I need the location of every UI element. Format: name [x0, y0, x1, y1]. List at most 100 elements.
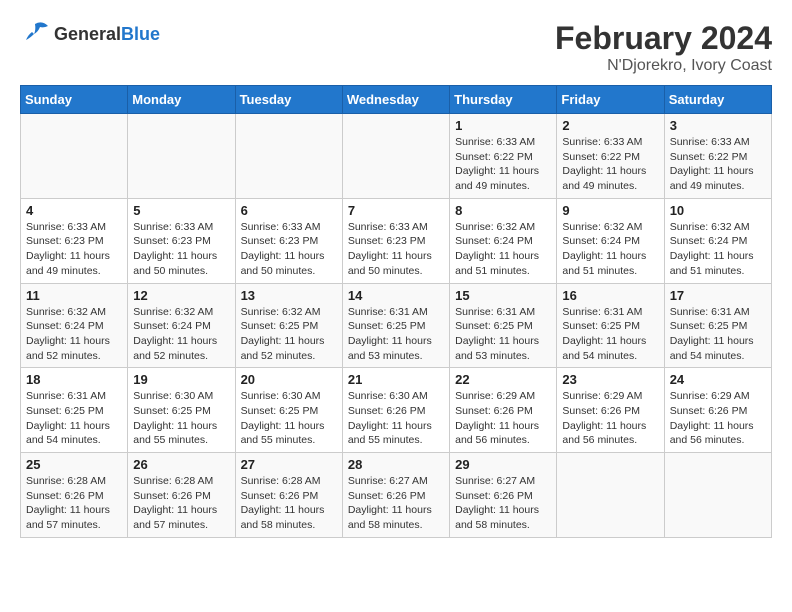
day-info: Sunrise: 6:29 AMSunset: 6:26 PMDaylight:… — [670, 389, 766, 448]
day-info: Sunrise: 6:28 AMSunset: 6:26 PMDaylight:… — [241, 474, 337, 533]
calendar-cell: 20 Sunrise: 6:30 AMSunset: 6:25 PMDayligh… — [235, 368, 342, 453]
calendar-cell: 15Sunrise: 6:31 AMSunset: 6:25 PMDayligh… — [450, 283, 557, 368]
calendar-cell: 14 Sunrise: 6:31 AMSunset: 6:25 PMDayligh… — [342, 283, 449, 368]
day-number: 4 — [26, 203, 122, 218]
day-number: 27 — [241, 457, 337, 472]
calendar-cell: 11 Sunrise: 6:32 AMSunset: 6:24 PMDayligh… — [21, 283, 128, 368]
calendar-cell: 13Sunrise: 6:32 AMSunset: 6:25 PMDayligh… — [235, 283, 342, 368]
calendar-cell: 8 Sunrise: 6:32 AMSunset: 6:24 PMDaylight… — [450, 198, 557, 283]
day-number: 23 — [562, 372, 658, 387]
weekday-header-saturday: Saturday — [664, 86, 771, 114]
day-info: Sunrise: 6:30 AMSunset: 6:25 PMDaylight:… — [241, 389, 337, 448]
calendar-cell: 19 Sunrise: 6:30 AMSunset: 6:25 PMDayligh… — [128, 368, 235, 453]
day-number: 13 — [241, 288, 337, 303]
day-number: 14 — [348, 288, 444, 303]
day-info: Sunrise: 6:31 AMSunset: 6:25 PMDaylight:… — [348, 305, 444, 364]
calendar-cell: 18 Sunrise: 6:31 AMSunset: 6:25 PMDayligh… — [21, 368, 128, 453]
calendar-cell: 6Sunrise: 6:33 AMSunset: 6:23 PMDaylight… — [235, 198, 342, 283]
calendar-cell: 10 Sunrise: 6:32 AMSunset: 6:24 PMDayligh… — [664, 198, 771, 283]
day-info: Sunrise: 6:28 AMSunset: 6:26 PMDaylight:… — [26, 474, 122, 533]
calendar-cell: 28 Sunrise: 6:27 AMSunset: 6:26 PMDayligh… — [342, 453, 449, 538]
day-number: 24 — [670, 372, 766, 387]
calendar-cell — [342, 114, 449, 199]
calendar-cell: 1 Sunrise: 6:33 AMSunset: 6:22 PMDaylight… — [450, 114, 557, 199]
day-number: 26 — [133, 457, 229, 472]
calendar-cell: 7 Sunrise: 6:33 AMSunset: 6:23 PMDaylight… — [342, 198, 449, 283]
day-number: 21 — [348, 372, 444, 387]
day-number: 15 — [455, 288, 551, 303]
calendar-cell — [557, 453, 664, 538]
calendar-cell: 24 Sunrise: 6:29 AMSunset: 6:26 PMDayligh… — [664, 368, 771, 453]
weekday-header-sunday: Sunday — [21, 86, 128, 114]
day-info: Sunrise: 6:33 AMSunset: 6:23 PMDaylight:… — [348, 220, 444, 279]
day-number: 16 — [562, 288, 658, 303]
calendar-cell: 22 Sunrise: 6:29 AMSunset: 6:26 PMDayligh… — [450, 368, 557, 453]
calendar-cell: 25 Sunrise: 6:28 AMSunset: 6:26 PMDayligh… — [21, 453, 128, 538]
calendar-cell: 16 Sunrise: 6:31 AMSunset: 6:25 PMDayligh… — [557, 283, 664, 368]
day-number: 8 — [455, 203, 551, 218]
calendar-cell: 27 Sunrise: 6:28 AMSunset: 6:26 PMDayligh… — [235, 453, 342, 538]
calendar-cell: 26 Sunrise: 6:28 AMSunset: 6:26 PMDayligh… — [128, 453, 235, 538]
day-info: Sunrise: 6:31 AMSunset: 6:25 PMDaylight:… — [26, 389, 122, 448]
subtitle: N'Djorekro, Ivory Coast — [555, 57, 772, 75]
day-number: 5 — [133, 203, 229, 218]
day-number: 22 — [455, 372, 551, 387]
main-title: February 2024 — [555, 20, 772, 57]
day-number: 7 — [348, 203, 444, 218]
calendar-week-2: 4 Sunrise: 6:33 AMSunset: 6:23 PMDaylight… — [21, 198, 772, 283]
day-info: Sunrise: 6:31 AMSunset: 6:25 PMDaylight:… — [670, 305, 766, 364]
logo: GeneralBlue — [20, 20, 160, 49]
logo-bird-icon — [20, 20, 50, 44]
weekday-header-friday: Friday — [557, 86, 664, 114]
calendar-cell — [664, 453, 771, 538]
day-number: 3 — [670, 118, 766, 133]
day-info: Sunrise: 6:33 AMSunset: 6:22 PMDaylight:… — [455, 135, 551, 194]
logo-general: GeneralBlue — [54, 24, 160, 45]
calendar-week-5: 25 Sunrise: 6:28 AMSunset: 6:26 PMDayligh… — [21, 453, 772, 538]
day-number: 20 — [241, 372, 337, 387]
calendar-week-3: 11 Sunrise: 6:32 AMSunset: 6:24 PMDayligh… — [21, 283, 772, 368]
day-info: Sunrise: 6:27 AMSunset: 6:26 PMDaylight:… — [348, 474, 444, 533]
day-number: 19 — [133, 372, 229, 387]
calendar-cell: 9 Sunrise: 6:32 AMSunset: 6:24 PMDaylight… — [557, 198, 664, 283]
calendar-cell: 23 Sunrise: 6:29 AMSunset: 6:26 PMDayligh… — [557, 368, 664, 453]
calendar-cell: 12 Sunrise: 6:32 AMSunset: 6:24 PMDayligh… — [128, 283, 235, 368]
title-block: February 2024 N'Djorekro, Ivory Coast — [555, 20, 772, 75]
calendar-cell: 3Sunrise: 6:33 AMSunset: 6:22 PMDaylight… — [664, 114, 771, 199]
day-info: Sunrise: 6:32 AMSunset: 6:24 PMDaylight:… — [26, 305, 122, 364]
day-info: Sunrise: 6:33 AMSunset: 6:23 PMDaylight:… — [133, 220, 229, 279]
day-number: 17 — [670, 288, 766, 303]
day-info: Sunrise: 6:31 AMSunset: 6:25 PMDaylight:… — [562, 305, 658, 364]
day-info: Sunrise: 6:32 AMSunset: 6:24 PMDaylight:… — [670, 220, 766, 279]
day-number: 1 — [455, 118, 551, 133]
day-info: Sunrise: 6:29 AMSunset: 6:26 PMDaylight:… — [455, 389, 551, 448]
calendar-cell — [128, 114, 235, 199]
day-number: 10 — [670, 203, 766, 218]
day-number: 9 — [562, 203, 658, 218]
day-number: 28 — [348, 457, 444, 472]
calendar-cell — [235, 114, 342, 199]
calendar-table: SundayMondayTuesdayWednesdayThursdayFrid… — [20, 85, 772, 538]
calendar-cell: 29Sunrise: 6:27 AMSunset: 6:26 PMDayligh… — [450, 453, 557, 538]
calendar-cell: 4 Sunrise: 6:33 AMSunset: 6:23 PMDaylight… — [21, 198, 128, 283]
day-info: Sunrise: 6:32 AMSunset: 6:24 PMDaylight:… — [455, 220, 551, 279]
calendar-cell: 5 Sunrise: 6:33 AMSunset: 6:23 PMDaylight… — [128, 198, 235, 283]
day-number: 25 — [26, 457, 122, 472]
calendar-cell: 17 Sunrise: 6:31 AMSunset: 6:25 PMDayligh… — [664, 283, 771, 368]
day-info: Sunrise: 6:30 AMSunset: 6:25 PMDaylight:… — [133, 389, 229, 448]
day-info: Sunrise: 6:33 AMSunset: 6:22 PMDaylight:… — [562, 135, 658, 194]
calendar-week-1: 1 Sunrise: 6:33 AMSunset: 6:22 PMDaylight… — [21, 114, 772, 199]
day-info: Sunrise: 6:27 AMSunset: 6:26 PMDaylight:… — [455, 474, 551, 533]
weekday-header-tuesday: Tuesday — [235, 86, 342, 114]
day-info: Sunrise: 6:29 AMSunset: 6:26 PMDaylight:… — [562, 389, 658, 448]
day-info: Sunrise: 6:32 AMSunset: 6:24 PMDaylight:… — [562, 220, 658, 279]
day-info: Sunrise: 6:30 AMSunset: 6:26 PMDaylight:… — [348, 389, 444, 448]
day-info: Sunrise: 6:32 AMSunset: 6:24 PMDaylight:… — [133, 305, 229, 364]
day-number: 18 — [26, 372, 122, 387]
calendar-cell: 2Sunrise: 6:33 AMSunset: 6:22 PMDaylight… — [557, 114, 664, 199]
day-number: 11 — [26, 288, 122, 303]
day-info: Sunrise: 6:33 AMSunset: 6:23 PMDaylight:… — [26, 220, 122, 279]
day-info: Sunrise: 6:28 AMSunset: 6:26 PMDaylight:… — [133, 474, 229, 533]
day-number: 12 — [133, 288, 229, 303]
calendar-week-4: 18 Sunrise: 6:31 AMSunset: 6:25 PMDayligh… — [21, 368, 772, 453]
